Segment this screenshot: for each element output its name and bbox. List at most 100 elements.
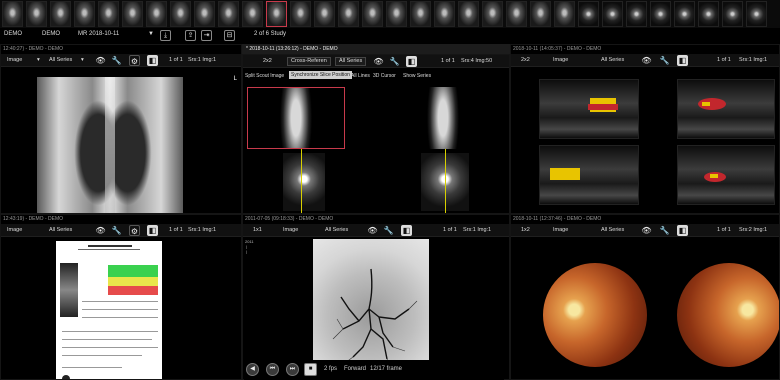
- study-dropdown-icon[interactable]: ▼: [148, 31, 154, 37]
- us-image-4[interactable]: [677, 145, 775, 205]
- viewport-fundus[interactable]: 2018-10-11 (12:37:46) - DEMO - DEMO 1x2 …: [510, 214, 780, 380]
- eye-icon[interactable]: 👁: [641, 225, 652, 236]
- series-thumbnail[interactable]: [2, 1, 23, 27]
- series-thumbnail[interactable]: [362, 1, 383, 27]
- cursor-settings-icon[interactable]: ⚙: [129, 225, 140, 236]
- tab-sync-slice[interactable]: Synchronize Slice Position: [289, 71, 352, 79]
- upload-study-icon[interactable]: ⇪: [185, 30, 196, 41]
- series-thumbnail[interactable]: [290, 1, 311, 27]
- chest-xray-image[interactable]: [37, 77, 183, 213]
- series-thumbnail[interactable]: [698, 1, 719, 27]
- crossref-mode-select[interactable]: Cross-Referen: [287, 57, 331, 66]
- ct-axial-1[interactable]: [283, 153, 325, 211]
- wrench-icon[interactable]: 🔧: [389, 56, 400, 67]
- chevron-down-icon[interactable]: ▾: [81, 57, 84, 63]
- series-thumbnail[interactable]: [314, 1, 335, 27]
- play-direction[interactable]: Forward: [344, 366, 366, 372]
- series-select[interactable]: All Series: [325, 227, 348, 233]
- eye-icon[interactable]: 👁: [367, 225, 378, 236]
- eye-icon[interactable]: 👁: [95, 225, 106, 236]
- fundus-image-left[interactable]: [543, 263, 647, 367]
- series-thumbnail[interactable]: [602, 1, 623, 27]
- series-thumbnail[interactable]: [746, 1, 767, 27]
- tab-all-lines[interactable]: All Lines: [351, 73, 370, 79]
- window-level-icon[interactable]: ◧: [677, 225, 688, 236]
- series-thumbnail[interactable]: [626, 1, 647, 27]
- series-thumbnail[interactable]: [674, 1, 695, 27]
- image-select[interactable]: Image: [283, 227, 298, 233]
- wrench-icon[interactable]: 🔧: [111, 225, 122, 236]
- us-image-2[interactable]: [677, 79, 775, 139]
- series-thumbnail[interactable]: [386, 1, 407, 27]
- window-level-icon[interactable]: ◧: [406, 56, 417, 67]
- tab-split-scout[interactable]: Split Scout Image: [245, 73, 284, 79]
- next-frame-icon[interactable]: ⏭: [286, 363, 299, 376]
- window-level-icon[interactable]: ◧: [147, 225, 158, 236]
- series-thumbnail[interactable]: [146, 1, 167, 27]
- window-level-icon[interactable]: ◧: [401, 225, 412, 236]
- viewport-report[interactable]: 12:43:19) - DEMO - DEMO Image All Series…: [0, 214, 242, 380]
- us-image-3[interactable]: [539, 145, 639, 205]
- series-thumbnail[interactable]: [578, 1, 599, 27]
- series-thumbnail[interactable]: [266, 1, 287, 27]
- compare-study-icon[interactable]: ⊟: [224, 30, 235, 41]
- viewport-ct-crossref[interactable]: 2x2 Cross-Referen All Series 👁 🔧 ◧ 1 of …: [242, 54, 510, 214]
- viewport-angiography[interactable]: 2011-07-05 (09:18:33) - DEMO - DEMO 1x1 …: [242, 214, 510, 380]
- fundus-image-right[interactable]: [677, 263, 779, 367]
- window-level-icon[interactable]: ◧: [677, 55, 688, 66]
- chevron-down-icon[interactable]: ▾: [37, 57, 40, 63]
- image-select[interactable]: Image: [7, 57, 22, 63]
- image-select[interactable]: Image: [7, 227, 22, 233]
- series-thumbnail[interactable]: [194, 1, 215, 27]
- layout-select[interactable]: 2x2: [263, 58, 272, 64]
- ct-sagittal-2[interactable]: [419, 87, 467, 149]
- layout-select[interactable]: 2x2: [521, 57, 530, 63]
- series-thumbnail[interactable]: [122, 1, 143, 27]
- previous-frame-icon[interactable]: ⏮: [266, 363, 279, 376]
- wrench-icon[interactable]: 🔧: [111, 55, 122, 66]
- series-thumbnail[interactable]: [554, 1, 575, 27]
- series-thumbnail[interactable]: [482, 1, 503, 27]
- wrench-icon[interactable]: 🔧: [659, 225, 670, 236]
- ct-sagittal-selected[interactable]: [247, 87, 345, 149]
- series-thumbnail[interactable]: [218, 1, 239, 27]
- bone-density-report-document[interactable]: [56, 241, 162, 379]
- stop-icon[interactable]: ■: [304, 363, 317, 376]
- play-backward-icon[interactable]: ◀: [246, 363, 259, 376]
- series-thumbnail[interactable]: [50, 1, 71, 27]
- series-select[interactable]: All Series: [601, 57, 624, 63]
- tab-show-series[interactable]: Show Series: [403, 73, 431, 79]
- series-thumbnail[interactable]: [434, 1, 455, 27]
- series-thumbnail[interactable]: [338, 1, 359, 27]
- viewport-ultrasound[interactable]: 2018-10-11 (14:05:37) - DEMO - DEMO 2x2 …: [510, 44, 780, 214]
- series-select[interactable]: All Series: [601, 227, 624, 233]
- series-thumbnail[interactable]: [506, 1, 527, 27]
- window-level-icon[interactable]: ◧: [147, 55, 158, 66]
- series-thumbnail[interactable]: [458, 1, 479, 27]
- series-select[interactable]: All Series: [335, 57, 367, 66]
- wrench-icon[interactable]: 🔧: [383, 225, 394, 236]
- series-thumbnail[interactable]: [242, 1, 263, 27]
- angiography-image[interactable]: [313, 239, 429, 379]
- series-thumbnail[interactable]: [74, 1, 95, 27]
- layout-select[interactable]: 1x2: [521, 227, 530, 233]
- eye-icon[interactable]: 👁: [641, 55, 652, 66]
- layout-select[interactable]: 1x1: [253, 227, 262, 233]
- tab-3d-cursor[interactable]: 3D Cursor: [373, 73, 396, 79]
- fps-value[interactable]: 2 fps: [324, 366, 337, 372]
- series-thumbnail[interactable]: [410, 1, 431, 27]
- series-thumbnail[interactable]: [98, 1, 119, 27]
- image-select[interactable]: Image: [553, 227, 568, 233]
- us-image-1[interactable]: [539, 79, 639, 139]
- series-thumbnail[interactable]: [650, 1, 671, 27]
- eye-icon[interactable]: 👁: [373, 56, 384, 67]
- series-select[interactable]: All Series: [49, 227, 72, 233]
- eye-icon[interactable]: 👁: [95, 55, 106, 66]
- series-thumbnail[interactable]: [722, 1, 743, 27]
- cursor-settings-icon[interactable]: ⚙: [129, 55, 140, 66]
- series-select[interactable]: All Series: [49, 57, 72, 63]
- series-thumbnail[interactable]: [530, 1, 551, 27]
- series-thumbnail[interactable]: [26, 1, 47, 27]
- download-study-icon[interactable]: ⤓: [160, 30, 171, 41]
- wrench-icon[interactable]: 🔧: [659, 55, 670, 66]
